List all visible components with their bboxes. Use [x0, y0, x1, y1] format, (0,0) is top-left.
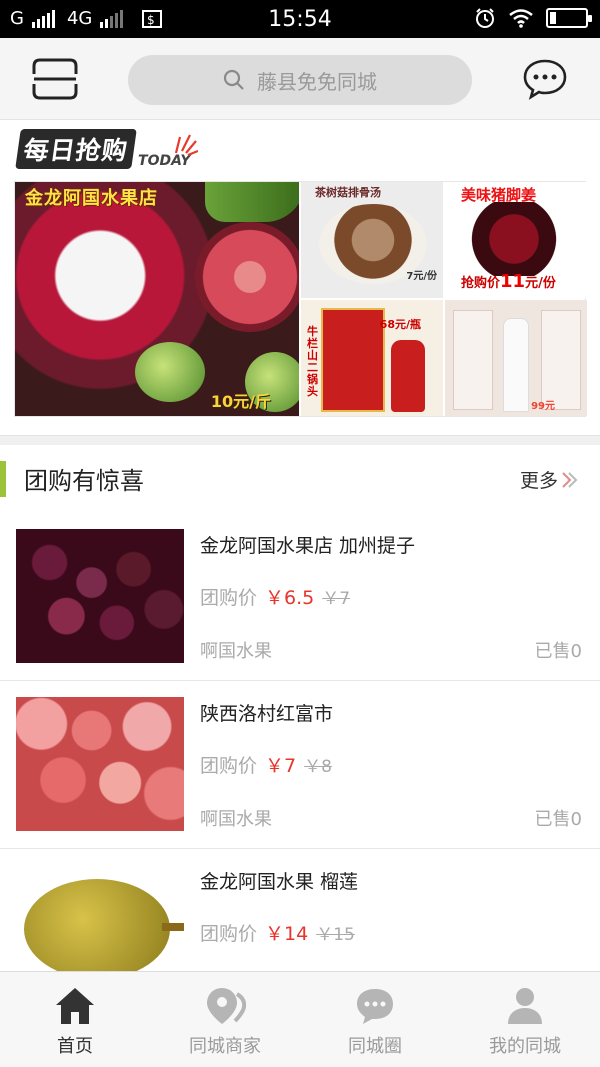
product-image [16, 697, 184, 831]
deal-main-shop-name: 金龙阿国水果店 [25, 188, 158, 209]
search-input[interactable]: 藤县免免同城 [128, 55, 472, 105]
sparkle-icon [174, 134, 198, 157]
deal-main-price: 10元/斤 [210, 392, 271, 411]
daily-deals-title: 每日抢购 TODAY [15, 129, 190, 169]
original-price: ￥7 [322, 589, 351, 609]
nav-label: 我的同城 [489, 1036, 561, 1057]
group-price: ￥7 [265, 755, 297, 777]
daily-deals-grid: 金龙阿国水果店 10元/斤 茶树菇排骨汤 7元/份 美味猪脚姜 抢购价11元/份… [14, 181, 587, 417]
product-category: 啊国水果 [200, 809, 272, 830]
product-row[interactable]: 陕西洛村红富市 团购价 ￥7 ￥8 啊国水果 已售0 [0, 681, 600, 849]
daily-deals-section: 每日抢购 TODAY 金龙阿国水果店 10元/斤 茶树菇排骨汤 7元/份 美味猪… [0, 121, 600, 435]
nav-item-merchants[interactable]: 同城商家 [150, 972, 300, 1067]
deal-main-fruit-shop[interactable]: 金龙阿国水果店 10元/斤 [15, 182, 299, 416]
scan-button[interactable] [30, 56, 80, 102]
group-buy-title: 团购有惊喜 [24, 467, 144, 495]
app-header: 藤县免免同城 [0, 38, 600, 120]
deal-item-soup[interactable]: 茶树菇排骨汤 7元/份 [301, 182, 443, 298]
price-label: 团购价 [200, 587, 258, 609]
nav-item-profile[interactable]: 我的同城 [450, 972, 600, 1067]
price-label: 团购价 [200, 923, 258, 945]
product-category: 啊国水果 [200, 641, 272, 662]
scan-icon [32, 58, 78, 100]
deal-item-pork-ginger[interactable]: 美味猪脚姜 抢购价11元/份 [445, 182, 587, 298]
product-name: 陕西洛村红富市 [200, 703, 334, 725]
sold-count: 已售0 [534, 809, 582, 830]
original-price: ￥15 [316, 925, 355, 945]
product-name: 金龙阿国水果 榴莲 [200, 871, 359, 893]
deal-item-price: 68元/瓶 [379, 318, 421, 331]
deal-item-cosmetics[interactable]: 99元 [445, 300, 587, 416]
section-accent-bar [0, 461, 6, 497]
group-price: ￥6.5 [265, 587, 315, 609]
product-name: 金龙阿国水果店 加州提子 [200, 535, 416, 557]
chat-icon [523, 59, 567, 100]
sold-count: 已售0 [534, 641, 582, 662]
home-icon [56, 988, 94, 1024]
group-buy-header: 团购有惊喜 更多 [0, 445, 600, 513]
battery-icon [546, 8, 592, 28]
product-image [16, 529, 184, 663]
product-price-row: 团购价 ￥6.5 ￥7 [200, 583, 350, 610]
alarm-icon [476, 8, 494, 28]
nav-item-circle[interactable]: 同城圈 [300, 972, 450, 1067]
section-divider [0, 435, 600, 445]
deal-item-label: 美味猪脚姜 [461, 186, 537, 204]
nav-label: 同城商家 [189, 1036, 261, 1057]
user-icon [508, 988, 542, 1024]
location-pin-icon [207, 988, 246, 1024]
deal-item-price: 7元/份 [406, 271, 437, 282]
nav-item-home[interactable]: 首页 [0, 972, 150, 1067]
product-row[interactable]: 金龙阿国水果 榴莲 团购价 ￥14 ￥15 [0, 849, 600, 971]
nav-label: 同城圈 [348, 1036, 402, 1057]
chat-bubble-icon [357, 989, 393, 1024]
message-button[interactable] [522, 58, 568, 100]
deal-item-label: 茶树菇排骨汤 [315, 186, 381, 199]
original-price: ￥8 [304, 757, 332, 777]
product-price-row: 团购价 ￥7 ￥8 [200, 751, 332, 778]
more-link[interactable]: 更多 [520, 466, 580, 493]
bottom-nav: 首页 同城商家 同城圈 我的同城 [0, 971, 600, 1067]
deal-item-liquor[interactable]: 牛栏山二锅头 68元/瓶 [301, 300, 443, 416]
nav-label: 首页 [57, 1036, 93, 1057]
status-bar: G 4G $ 15:54 [0, 0, 600, 38]
status-right [474, 7, 592, 29]
product-price-row: 团购价 ￥14 ￥15 [200, 919, 355, 946]
double-chevron-right-icon [562, 471, 578, 488]
search-placeholder: 藤县免免同城 [257, 69, 377, 94]
product-row[interactable]: 金龙阿国水果店 加州提子 团购价 ￥6.5 ￥7 啊国水果 已售0 [0, 513, 600, 681]
daily-deals-title-zh: 每日抢购 [15, 129, 137, 169]
group-price: ￥14 [265, 923, 309, 945]
more-label: 更多 [519, 470, 558, 492]
price-label: 团购价 [200, 755, 258, 777]
product-image [16, 849, 184, 971]
deal-item-label: 牛栏山二锅头 [307, 325, 318, 398]
wifi-icon [509, 9, 533, 28]
deal-item-price: 99元 [531, 401, 555, 412]
deal-item-price: 抢购价11元/份 [461, 271, 556, 292]
search-icon [223, 69, 244, 90]
